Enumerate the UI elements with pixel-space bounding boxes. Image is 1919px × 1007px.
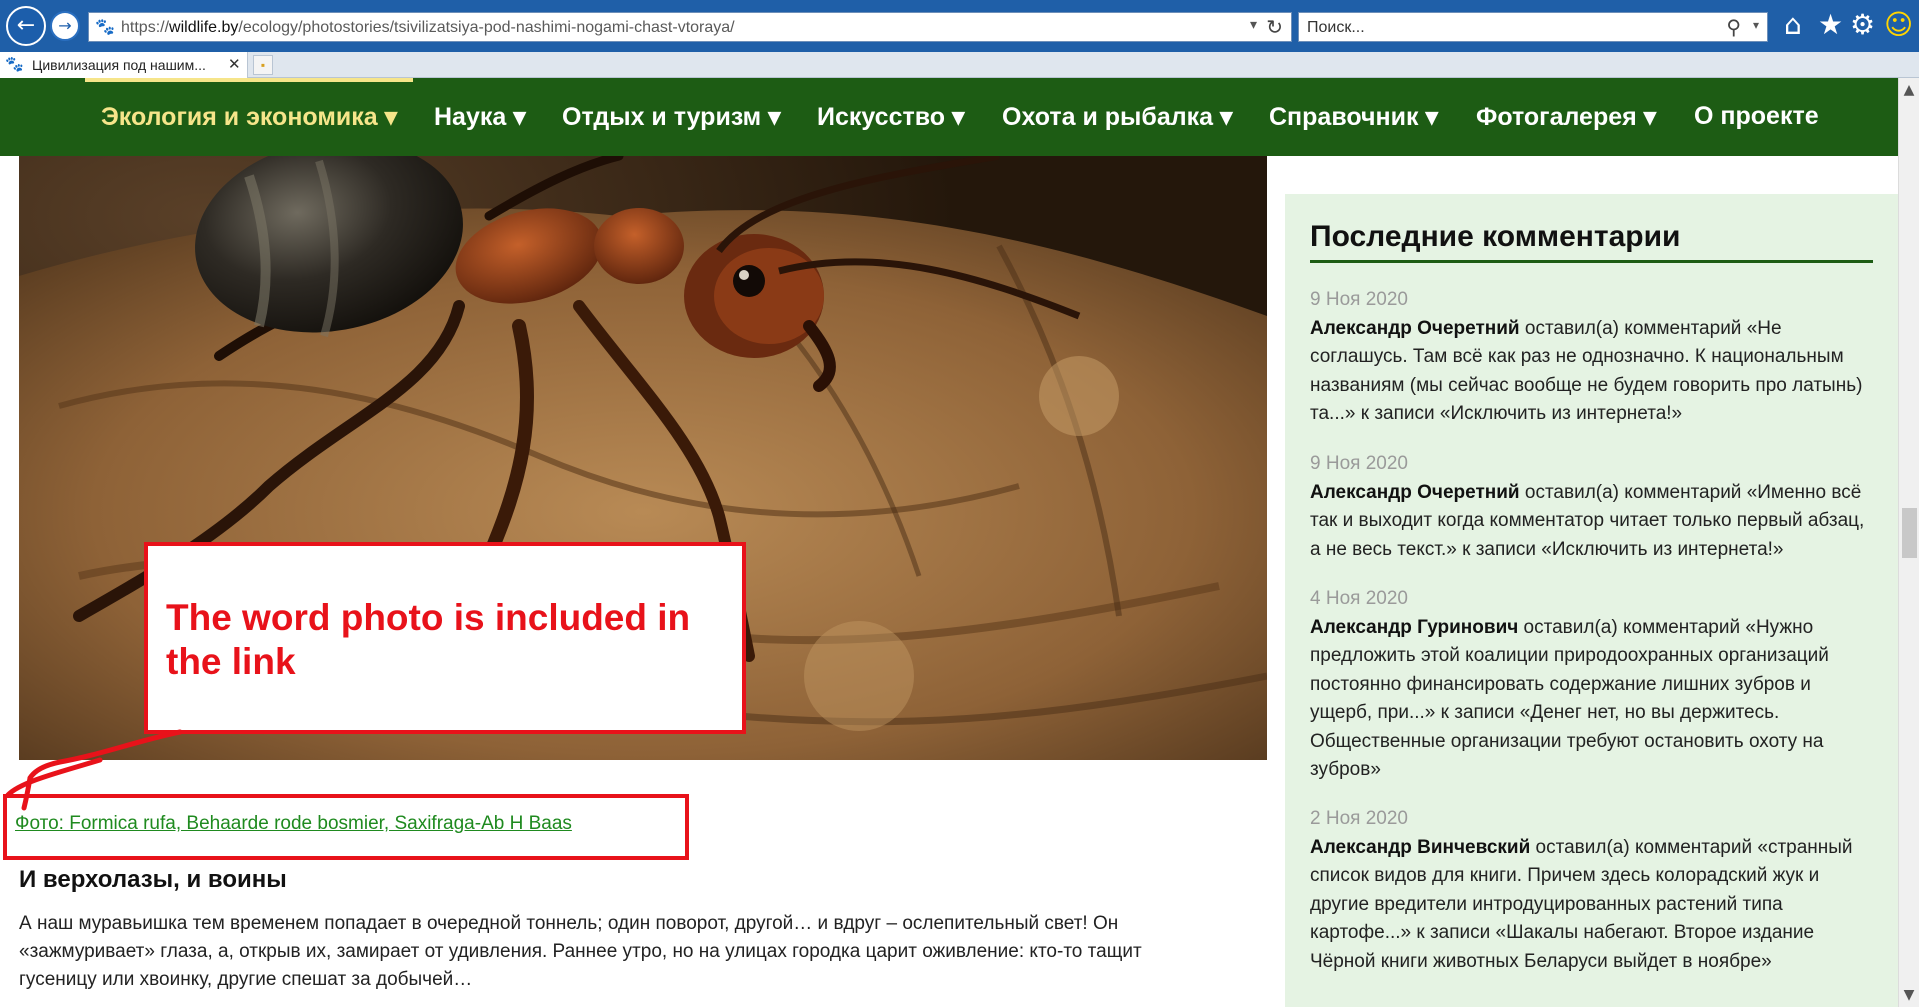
chevron-down-icon[interactable]: ▾ [1250, 17, 1257, 33]
chevron-down-icon[interactable]: ▾ [1753, 18, 1759, 32]
home-icon[interactable]: ⌂ [1784, 10, 1802, 40]
comment-author-link[interactable]: Александр Очеретний [1310, 318, 1520, 339]
nav-item-art[interactable]: Искусство ▾ [817, 102, 965, 132]
comment-author-link[interactable]: Александр Винчевский [1310, 837, 1530, 858]
sidebar-title: Последние комментарии [1310, 220, 1681, 253]
scrollbar[interactable]: ▲ ▼ [1898, 78, 1919, 1007]
tab-active[interactable]: 🐾 Цивилизация под нашим... ✕ [0, 52, 248, 78]
gear-icon[interactable]: ⚙ [1850, 10, 1875, 40]
url-text[interactable]: https://wildlife.by/ecology/photostories… [121, 19, 735, 37]
search-icon[interactable]: ⚲ [1726, 15, 1741, 39]
star-icon[interactable]: ★ [1818, 10, 1843, 40]
nav-item-gallery[interactable]: Фотогалерея ▾ [1476, 102, 1656, 132]
annotation-callout: The word photo is included in the link [144, 542, 746, 734]
comment-text[interactable]: оставил(а) комментарий «Нужно предложить… [1310, 617, 1829, 781]
comment-author-link[interactable]: Александр Гуринович [1310, 617, 1518, 638]
article-paragraph: А наш муравьишка тем временем попадает в… [19, 913, 1142, 990]
comment-date: 9 Ноя 2020 [1310, 289, 1408, 310]
comment-item: 4 Ноя 2020 Александр Гуринович оставил(а)… [1310, 585, 1875, 785]
comment-item: 2 Ноя 2020 Александр Винчевский оставил(а… [1310, 805, 1875, 976]
sidebar-divider [1310, 260, 1873, 263]
scrollbar-thumb[interactable] [1902, 508, 1917, 558]
address-bar-row: ← → 🐾 https://wildlife.by/ecology/photos… [0, 0, 1919, 52]
nav-item-hunting[interactable]: Охота и рыбалка ▾ [1002, 102, 1233, 132]
nav-item-science[interactable]: Наука ▾ [434, 102, 526, 132]
comment-date: 2 Ноя 2020 [1310, 808, 1408, 829]
browser-chrome: ← → 🐾 https://wildlife.by/ecology/photos… [0, 0, 1919, 78]
comment-item: 9 Ноя 2020 Александр Очеретний оставил(а)… [1310, 286, 1875, 429]
paw-favicon-icon: 🐾 [5, 55, 24, 73]
refresh-icon[interactable]: ↻ [1266, 15, 1283, 39]
active-indicator [85, 78, 413, 82]
nav-item-tourism[interactable]: Отдых и туризм ▾ [562, 102, 781, 132]
nav-item-reference[interactable]: Справочник ▾ [1269, 102, 1438, 132]
sidebar-recent-comments: Последние комментарии 9 Ноя 2020 Александ… [1285, 194, 1898, 1007]
paw-favicon-icon: 🐾 [95, 17, 115, 36]
new-tab-button[interactable]: ▪ [253, 55, 273, 75]
site-navigation: Экология и экономика ▾ Наука ▾ Отдых и т… [0, 78, 1898, 156]
search-placeholder: Поиск... [1307, 19, 1365, 36]
tab-title: Цивилизация под нашим... [32, 57, 206, 73]
comment-author-link[interactable]: Александр Очеретний [1310, 482, 1520, 503]
photo-credit-link[interactable]: Фото: Formica rufa, Behaarde rode bosmie… [15, 813, 572, 835]
search-input[interactable]: Поиск... ⚲ ▾ [1298, 12, 1768, 42]
smiley-icon[interactable]: ☺ [1884, 10, 1913, 40]
tab-strip: 🐾 Цивилизация под нашим... ✕ ▪ [0, 52, 1919, 78]
forward-arrow-icon[interactable]: → [50, 11, 80, 41]
nav-item-about[interactable]: О проекте [1694, 102, 1819, 131]
back-arrow-icon[interactable]: ← [6, 6, 46, 46]
scroll-down-icon[interactable]: ▼ [1899, 987, 1919, 1003]
annotation-text: The word photo is included in the link [166, 597, 691, 682]
nav-item-ecology[interactable]: Экология и экономика ▾ [101, 102, 397, 132]
close-icon[interactable]: ✕ [228, 55, 241, 73]
scroll-up-icon[interactable]: ▲ [1899, 82, 1919, 98]
comment-date: 9 Ноя 2020 [1310, 453, 1408, 474]
address-bar[interactable]: 🐾 https://wildlife.by/ecology/photostori… [88, 12, 1292, 42]
section-heading: И верхолазы, и воины [19, 866, 287, 893]
comment-date: 4 Ноя 2020 [1310, 588, 1408, 609]
comment-item: 9 Ноя 2020 Александр Очеретний оставил(а)… [1310, 450, 1875, 564]
